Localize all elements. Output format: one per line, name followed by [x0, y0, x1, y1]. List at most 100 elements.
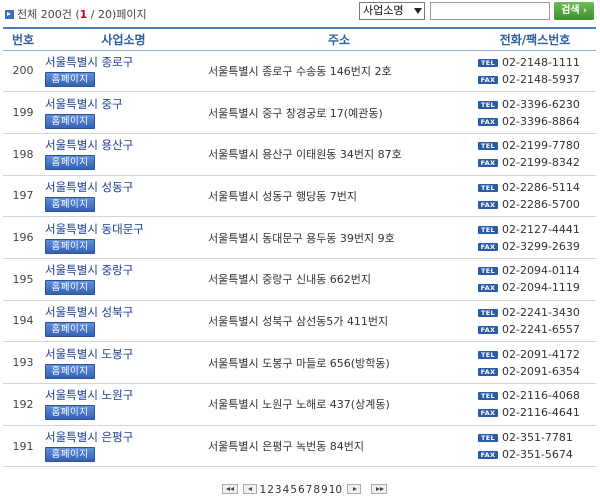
table-row: 195 서울특별시 중랑구 홈페이지 서울특별시 중랑구 신내동 662번지 TEL 02…	[3, 258, 596, 301]
page-link[interactable]: 6	[298, 484, 305, 496]
row-number: 192	[3, 383, 43, 426]
office-name-link[interactable]: 서울특별시 중구	[45, 97, 204, 112]
first-page-button[interactable]	[222, 484, 238, 494]
page-link[interactable]: 7	[306, 484, 313, 496]
row-number: 191	[3, 425, 43, 468]
fax-icon: FAX	[478, 409, 498, 418]
search-field-select[interactable]: 사업소명	[359, 2, 425, 20]
page-link[interactable]: 10	[329, 484, 342, 496]
office-name-link[interactable]: 서울특별시 중랑구	[45, 263, 204, 278]
prev-page-button[interactable]	[243, 484, 257, 494]
total-prefix: 전체 200건 (	[17, 8, 80, 21]
address-cell: 서울특별시 중구 창경궁로 17(예관동)	[204, 91, 474, 134]
chevron-right-icon: ›	[583, 6, 587, 16]
name-cell: 서울특별시 중구 홈페이지	[43, 91, 204, 134]
page-link[interactable]: 2	[267, 484, 274, 496]
table-row: 192 서울특별시 노원구 홈페이지 서울특별시 노원구 노해로 437(상계동) TE…	[3, 383, 596, 426]
fax-icon: FAX	[478, 75, 498, 84]
homepage-button[interactable]: 홈페이지	[45, 238, 95, 254]
tel-icon: TEL	[478, 434, 498, 443]
tel-icon: TEL	[478, 267, 498, 276]
row-number: 194	[3, 300, 43, 343]
fax-icon: FAX	[478, 451, 498, 460]
fax-number: 02-2241-6557	[502, 322, 580, 336]
homepage-button[interactable]: 홈페이지	[45, 321, 95, 337]
col-header-phone: 전화/팩스번호	[474, 27, 596, 51]
tel-icon: TEL	[478, 308, 498, 317]
office-name-link[interactable]: 서울특별시 성북구	[45, 305, 204, 320]
office-name-link[interactable]: 서울특별시 도봉구	[45, 347, 204, 362]
address-cell: 서울특별시 노원구 노해로 437(상계동)	[204, 383, 474, 426]
address-cell: 서울특별시 중랑구 신내동 662번지	[204, 258, 474, 301]
tel-line: TEL 02-2286-5114	[478, 179, 596, 196]
table-row: 194 서울특별시 성북구 홈페이지 서울특별시 성북구 삼선동5가 411번지 TEL…	[3, 300, 596, 343]
phone-cell: TEL 02-2094-0114 FAX 02-2094-1119	[474, 258, 596, 301]
fax-line: FAX 02-2286-5700	[478, 196, 596, 213]
tel-line: TEL 02-2091-4172	[478, 346, 596, 363]
fax-line: FAX 02-3396-8864	[478, 113, 596, 130]
pagination: 12345678910	[222, 484, 387, 497]
bullet-icon	[5, 10, 14, 19]
last-page-button[interactable]	[370, 484, 387, 494]
name-cell: 서울특별시 동대문구 홈페이지	[43, 216, 204, 259]
name-cell: 서울특별시 은평구홈페이지	[43, 425, 204, 468]
homepage-button[interactable]: 홈페이지	[45, 363, 95, 379]
table-header: 번호 사업소명 주소 전화/팩스번호	[3, 27, 596, 51]
name-cell: 서울특별시 도봉구 홈페이지	[43, 341, 204, 384]
tel-number: 02-2199-7780	[502, 139, 580, 153]
office-name-link[interactable]: 서울특별시 성동구	[45, 180, 204, 195]
homepage-button[interactable]: 홈페이지	[45, 113, 95, 129]
row-number: 199	[3, 91, 43, 134]
name-cell: 서울특별시 용산구홈페이지	[43, 133, 204, 176]
office-name-link[interactable]: 서울특별시 은평구	[45, 430, 204, 445]
fax-icon: FAX	[478, 284, 498, 293]
phone-cell: TEL 02-3396-6230 FAX 02-3396-8864	[474, 91, 596, 134]
fax-icon: FAX	[478, 200, 498, 209]
homepage-button[interactable]: 홈페이지	[45, 280, 95, 296]
tel-line: TEL 02-351-7781	[478, 429, 596, 446]
office-name-link[interactable]: 서울특별시 노원구	[45, 388, 204, 403]
fax-icon: FAX	[478, 367, 498, 376]
homepage-button[interactable]: 홈페이지	[45, 155, 95, 171]
tel-number: 02-351-7781	[502, 431, 573, 445]
page-link[interactable]: 8	[313, 484, 320, 496]
address-cell: 서울특별시 도봉구 마들로 656(방학동)	[204, 341, 474, 384]
next-page-button[interactable]	[346, 484, 361, 494]
page-link[interactable]: 5	[290, 484, 297, 496]
row-number: 198	[3, 133, 43, 176]
double-left-arrow-icon-part	[230, 487, 234, 491]
search-button[interactable]: 검색 ›	[554, 2, 594, 20]
page-link[interactable]: 3	[275, 484, 282, 496]
page-link[interactable]: 4	[283, 484, 290, 496]
fax-line: FAX 02-2091-6354	[478, 363, 596, 380]
office-name-link[interactable]: 서울특별시 동대문구	[45, 222, 204, 237]
left-arrow-icon	[248, 487, 252, 491]
chevron-down-icon	[414, 8, 422, 14]
fax-number: 02-2094-1119	[502, 281, 580, 295]
office-name-link[interactable]: 서울특별시 종로구	[45, 55, 204, 70]
row-number: 196	[3, 216, 43, 259]
homepage-button[interactable]: 홈페이지	[45, 71, 95, 87]
homepage-button[interactable]: 홈페이지	[45, 447, 95, 463]
total-count: 전체 200건 (1 / 20)페이지	[5, 6, 147, 22]
fax-line: FAX 02-351-5674	[478, 446, 596, 463]
homepage-button[interactable]: 홈페이지	[45, 405, 95, 421]
address-cell: 서울특별시 은평구 녹번동 84번지	[204, 425, 474, 468]
fax-icon: FAX	[478, 117, 498, 126]
homepage-button[interactable]: 홈페이지	[45, 196, 95, 212]
tel-number: 02-2241-3430	[502, 305, 580, 319]
page-link[interactable]: 9	[321, 484, 328, 496]
office-name-link[interactable]: 서울특별시 용산구	[45, 138, 204, 153]
phone-cell: TEL 02-2241-3430 FAX 02-2241-6557	[474, 300, 596, 343]
address-cell: 서울특별시 성동구 행당동 7번지	[204, 175, 474, 218]
right-arrow-icon	[352, 487, 357, 491]
page-link[interactable]: 1	[260, 484, 267, 496]
tel-icon: TEL	[478, 183, 498, 192]
fax-number: 02-2091-6354	[502, 364, 580, 378]
fax-number: 02-2199-8342	[502, 156, 580, 170]
tel-number: 02-2148-1111	[502, 55, 580, 69]
name-cell: 서울특별시 종로구 홈페이지	[43, 50, 204, 93]
search-field-select-value: 사업소명	[363, 4, 404, 17]
search-input[interactable]	[430, 2, 550, 20]
row-number: 200	[3, 50, 43, 93]
